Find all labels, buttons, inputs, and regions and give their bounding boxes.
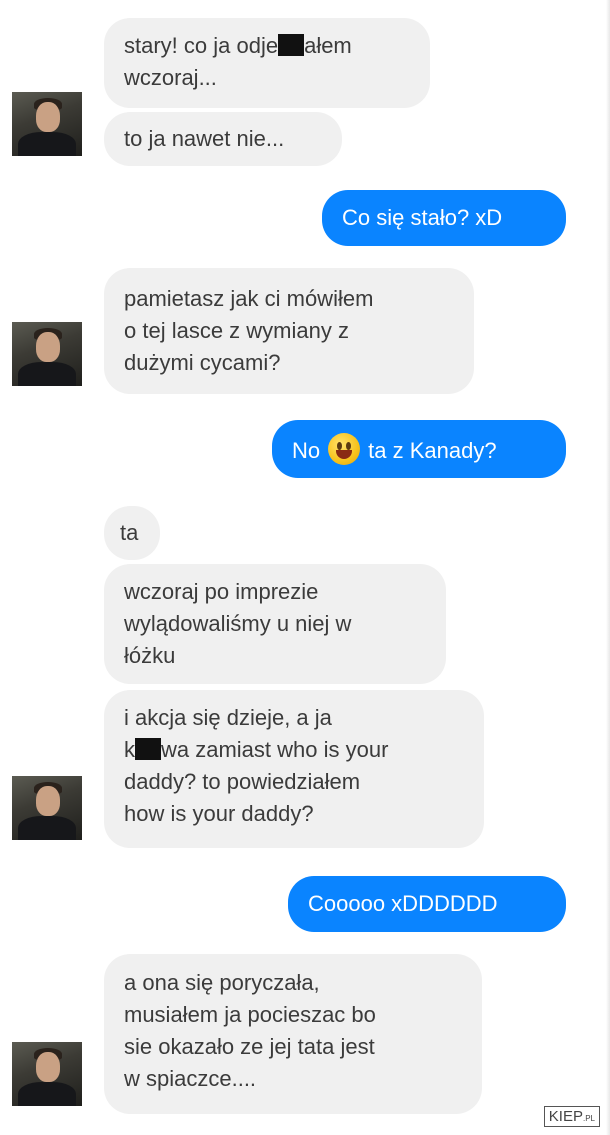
contact-avatar[interactable] — [12, 322, 82, 386]
message-text: wa zamiast who is your daddy? to powiedz… — [124, 737, 389, 826]
incoming-message: wczoraj po imprezie wylądowaliśmy u niej… — [104, 564, 446, 684]
outgoing-message: No ta z Kanady? — [272, 420, 566, 478]
contact-avatar[interactable] — [12, 776, 82, 840]
message-text: No — [292, 438, 321, 463]
message-text: stary! co ja odje — [124, 33, 279, 58]
outgoing-message: Co się stało? xD — [322, 190, 566, 246]
incoming-message: ta — [104, 506, 160, 560]
incoming-message: pamietasz jak ci mówiłem o tej lasce z w… — [104, 268, 474, 394]
incoming-message: to ja nawet nie... — [104, 112, 342, 166]
message-text: ta z Kanady? — [368, 438, 497, 463]
watermark-text: KIEP — [548, 1108, 583, 1125]
incoming-message: i akcja się dzieje, a ja k wa zamiast who… — [104, 690, 484, 848]
screen-edge — [606, 0, 610, 1135]
contact-avatar[interactable] — [12, 1042, 82, 1106]
watermark-suffix: .PL — [582, 1114, 595, 1123]
censor-bar — [135, 738, 161, 760]
watermark-logo: KIEP.PL — [543, 1106, 600, 1127]
contact-avatar[interactable] — [12, 92, 82, 156]
outgoing-message: Cooooo xDDDDDD — [288, 876, 566, 932]
incoming-message: stary! co ja odje ałem wczoraj... — [104, 18, 430, 108]
censor-bar — [278, 34, 305, 56]
grinning-face-icon — [328, 433, 361, 465]
incoming-message: a ona się poryczała, musiałem ja pociesz… — [104, 954, 482, 1114]
